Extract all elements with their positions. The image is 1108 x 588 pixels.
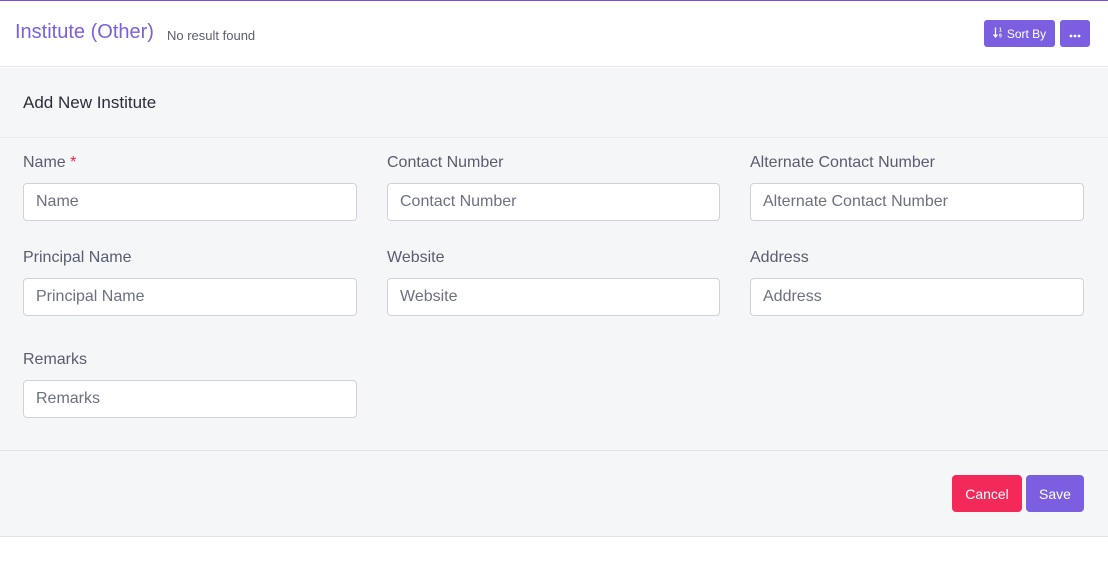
sort-numeric-icon: 1 9 [992, 27, 1004, 41]
website-input[interactable] [387, 278, 720, 316]
page-header: Institute (Other) No result found 1 9 So… [0, 1, 1108, 67]
contact-number-label: Contact Number [387, 154, 504, 171]
principal-name-input[interactable] [23, 278, 357, 316]
alternate-contact-number-input[interactable] [750, 183, 1084, 221]
principal-name-label: Principal Name [23, 249, 132, 266]
add-institute-form: Add New Institute Name * Contact Number … [0, 68, 1108, 537]
remarks-input[interactable] [23, 380, 357, 418]
required-mark: * [70, 154, 77, 171]
page-title: Institute (Other) [15, 21, 154, 43]
sort-by-button[interactable]: 1 9 Sort By [984, 20, 1055, 47]
name-input[interactable] [23, 183, 357, 221]
address-label: Address [750, 249, 809, 266]
page: Institute (Other) No result found 1 9 So… [0, 0, 1108, 588]
address-input[interactable] [750, 278, 1084, 316]
cancel-button[interactable]: Cancel [952, 475, 1022, 512]
svg-text:9: 9 [999, 33, 1002, 38]
form-title: Add New Institute [23, 93, 157, 112]
name-label: Name * [23, 154, 77, 171]
sort-by-label: Sort By [1006, 26, 1047, 41]
result-status: No result found [167, 28, 256, 43]
more-options-button[interactable] [1060, 20, 1090, 47]
alternate-contact-number-label: Alternate Contact Number [750, 154, 935, 171]
form-footer-divider [0, 450, 1108, 451]
form-header: Add New Institute [0, 68, 1108, 138]
website-label: Website [387, 249, 445, 266]
save-button[interactable]: Save [1026, 475, 1084, 512]
contact-number-input[interactable] [387, 183, 720, 221]
ellipsis-icon [1069, 26, 1081, 41]
remarks-label: Remarks [23, 351, 88, 368]
